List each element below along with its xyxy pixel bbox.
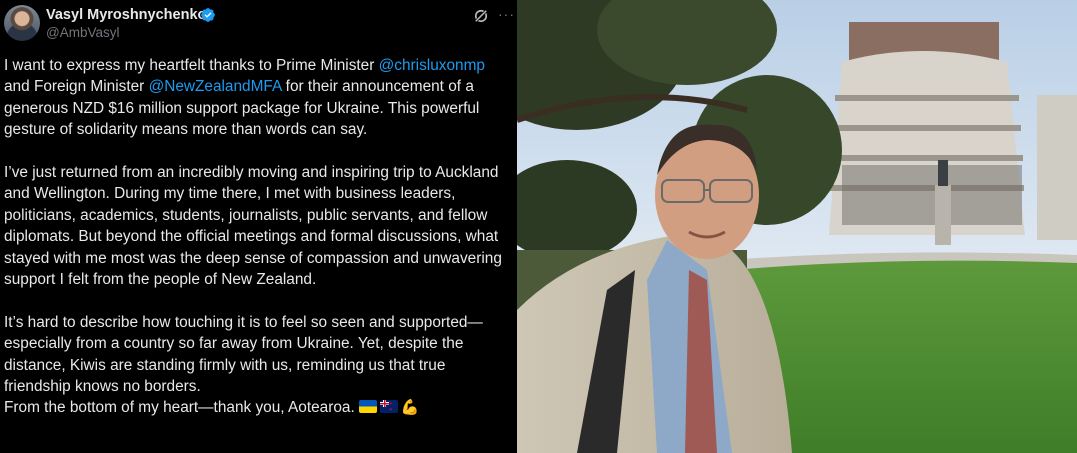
statue bbox=[938, 160, 948, 186]
text-segment: I’ve just returned from an incredibly mo… bbox=[4, 164, 502, 289]
new-zealand-flag-icon bbox=[379, 400, 398, 414]
tweet-card: Vasyl Myroshnychenko @AmbVasyl ··· I wan… bbox=[0, 0, 516, 453]
verified-badge-icon bbox=[201, 8, 215, 22]
mention-newzealandmfa[interactable]: @NewZealandMFA bbox=[149, 78, 282, 95]
flexed-biceps-icon: 💪 bbox=[400, 399, 420, 417]
ukraine-flag-icon bbox=[358, 400, 377, 414]
paragraph-1: I want to express my heartfelt thanks to… bbox=[4, 55, 504, 141]
paragraph-3: It’s hard to describe how touching it is… bbox=[4, 312, 504, 419]
more-options-icon[interactable]: ··· bbox=[498, 7, 514, 21]
text-segment: It’s hard to describe how touching it is… bbox=[4, 313, 483, 396]
text-segment: and Foreign Minister bbox=[4, 78, 149, 96]
author-handle[interactable]: @AmbVasyl bbox=[46, 25, 119, 40]
statue-pedestal bbox=[935, 185, 951, 245]
avatar[interactable] bbox=[4, 5, 40, 41]
paragraph-2: I’ve just returned from an incredibly mo… bbox=[4, 162, 504, 290]
author-name[interactable]: Vasyl Myroshnychenko bbox=[46, 7, 206, 23]
photo-illustration bbox=[517, 0, 1077, 453]
tweet-text: I want to express my heartfelt thanks to… bbox=[4, 55, 504, 419]
tweet-header: Vasyl Myroshnychenko @AmbVasyl ··· bbox=[4, 5, 516, 43]
tweet-photo[interactable] bbox=[517, 0, 1077, 453]
mention-chrisluxonmp[interactable]: @chrisluxonmp bbox=[379, 57, 485, 74]
grok-icon[interactable] bbox=[472, 7, 490, 25]
closing-line: From the bottom of my heart—thank you, A… bbox=[4, 399, 355, 417]
text-segment: I want to express my heartfelt thanks to… bbox=[4, 57, 379, 74]
